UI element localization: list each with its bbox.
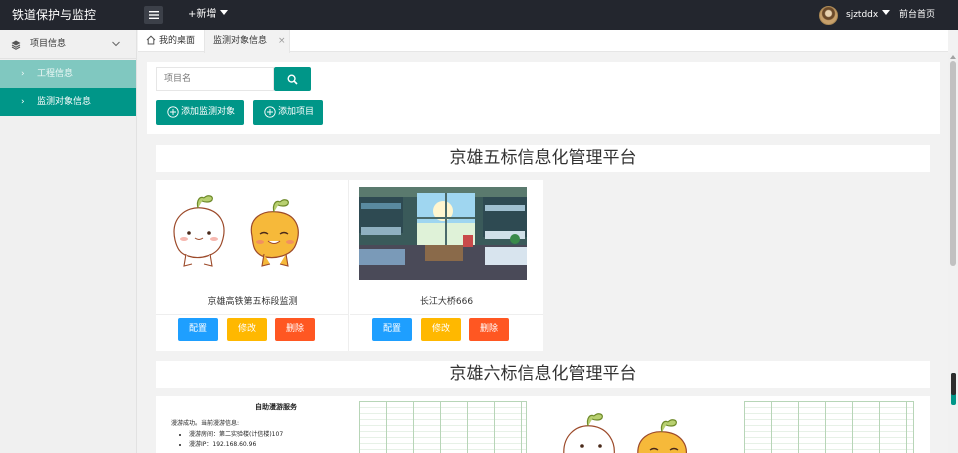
- sidebar-item-monitor-object-info[interactable]: › 监测对象信息: [0, 88, 136, 116]
- close-icon[interactable]: ×: [278, 30, 286, 52]
- doc-title: 自助漫游服务: [255, 403, 297, 411]
- config-button[interactable]: 配置: [372, 318, 412, 341]
- main-content: 添加监测对象 添加项目 京雄五标信息化管理平台: [138, 53, 948, 453]
- search-icon: [287, 73, 298, 85]
- project-cards: 京雄高铁第五标段监测 配置 修改 删除 长江大桥666 配置 修改 删除: [156, 180, 543, 351]
- chevron-right-icon: ›: [21, 69, 25, 79]
- add-monitor-object-button[interactable]: 添加监测对象: [156, 100, 244, 125]
- user-avatar[interactable]: [819, 6, 838, 25]
- project-card: 京雄高铁第五标段监测 配置 修改 删除: [156, 180, 349, 351]
- home-icon: [146, 35, 156, 45]
- add-new-label: +新增: [188, 9, 217, 20]
- tab-monitor-object-info[interactable]: 监测对象信息 ×: [204, 30, 290, 53]
- scroll-up-icon[interactable]: [950, 55, 956, 59]
- doc-line: 漫游成功。当前漫游信息:: [171, 420, 240, 427]
- spreadsheet-image: [744, 401, 914, 453]
- fixed-side-widget-top[interactable]: [951, 373, 956, 395]
- username-label: sjztddx: [846, 10, 879, 20]
- sidebar-group-project-info[interactable]: 项目信息: [0, 30, 136, 59]
- project-card-name: 长江大桥666: [419, 297, 474, 307]
- doc-bullet: 漫游IP：192.168.60.96: [189, 439, 351, 448]
- card-actions: 配置 修改 删除: [350, 314, 543, 351]
- user-menu[interactable]: sjztddx: [846, 0, 891, 30]
- sidebar-item-label: 监测对象信息: [37, 97, 92, 107]
- scrollbar-thumb[interactable]: [950, 61, 956, 266]
- top-navbar: 铁道保护与监控 +新增 sjztddx 前台首页: [0, 0, 958, 30]
- section-title: 京雄六标信息化管理平台: [156, 361, 930, 388]
- hamburger-icon: [148, 11, 159, 19]
- project-card: 长江大桥666 配置 修改 删除: [350, 180, 543, 351]
- section-title: 京雄五标信息化管理平台: [156, 145, 930, 172]
- button-label: 添加监测对象: [181, 107, 236, 117]
- config-button[interactable]: 配置: [178, 318, 218, 341]
- sidebar-group-label: 项目信息: [30, 39, 67, 49]
- tab-my-desktop[interactable]: 我的桌面: [146, 30, 195, 52]
- add-new-menu[interactable]: +新增: [188, 0, 229, 30]
- caret-down-icon: [882, 10, 891, 15]
- dorm-room-image: [359, 187, 527, 280]
- search-toolbar: 添加监测对象 添加项目: [147, 62, 940, 134]
- delete-button[interactable]: 删除: [469, 318, 509, 341]
- add-circle-icon: [264, 106, 276, 118]
- doc-bullet: 漫游房间：第二实验楼(计信楼)107: [189, 429, 351, 438]
- spreadsheet-image: [359, 401, 527, 453]
- button-label: 添加项目: [278, 107, 315, 117]
- menu-toggle-button[interactable]: [144, 6, 163, 24]
- layers-icon: [11, 40, 21, 50]
- cartoon-mascots-image: [156, 184, 325, 280]
- edit-button[interactable]: 修改: [421, 318, 461, 341]
- chevron-down-icon: [112, 41, 120, 47]
- tab-label: 我的桌面: [159, 36, 196, 46]
- project-name-search-input[interactable]: [156, 67, 274, 91]
- card-actions: 配置 修改 删除: [156, 314, 349, 351]
- app-logo-title[interactable]: 铁道保护与监控: [12, 0, 96, 30]
- chevron-right-icon: ›: [21, 97, 25, 107]
- sidebar-item-project-info[interactable]: › 工程信息: [0, 60, 136, 88]
- project-card-name: 京雄高铁第五标段监测: [207, 297, 298, 307]
- sidebar: 项目信息 › 工程信息 › 监测对象信息: [0, 30, 137, 453]
- edit-button[interactable]: 修改: [227, 318, 267, 341]
- tab-label: 监测对象信息: [213, 36, 268, 46]
- tab-bar: 我的桌面 监测对象信息 ×: [138, 30, 948, 53]
- caret-down-icon: [220, 10, 229, 15]
- delete-button[interactable]: 删除: [275, 318, 315, 341]
- front-home-link[interactable]: 前台首页: [899, 0, 935, 30]
- add-project-button[interactable]: 添加项目: [253, 100, 323, 125]
- add-circle-icon: [167, 106, 179, 118]
- project-cards: 自助漫游服务 漫游成功。当前漫游信息: 漫游房间：第二实验楼(计信楼)107 漫…: [156, 396, 930, 453]
- sidebar-item-label: 工程信息: [37, 69, 74, 79]
- search-button[interactable]: [274, 67, 311, 91]
- document-preview-image: 自助漫游服务 漫游成功。当前漫游信息: 漫游房间：第二实验楼(计信楼)107 漫…: [171, 402, 351, 449]
- cartoon-mascots-image: [563, 413, 687, 453]
